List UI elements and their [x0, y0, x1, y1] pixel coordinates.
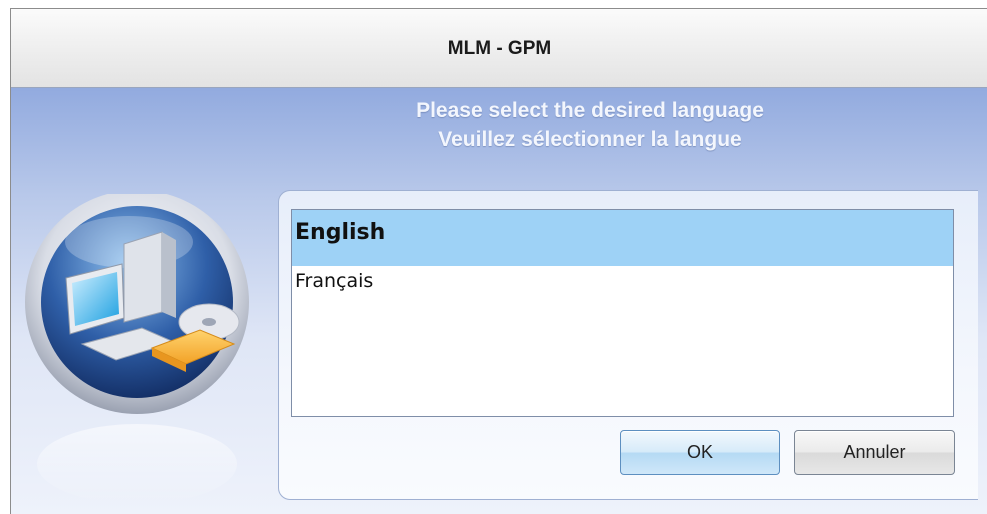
- cancel-button[interactable]: Annuler: [794, 430, 955, 475]
- language-list[interactable]: English Français: [291, 209, 954, 417]
- window-title: MLM - GPM: [447, 38, 552, 59]
- list-item-francais[interactable]: Français: [292, 266, 953, 306]
- prompt-english: Please select the desired language: [416, 99, 764, 122]
- list-item-english[interactable]: English: [292, 210, 953, 266]
- prompt-french: Veuillez sélectionner la langue: [438, 128, 742, 151]
- computer-cd-folder-icon: [25, 194, 249, 504]
- title-bar[interactable]: MLM - GPM: [11, 9, 987, 88]
- ok-button[interactable]: OK: [620, 430, 780, 475]
